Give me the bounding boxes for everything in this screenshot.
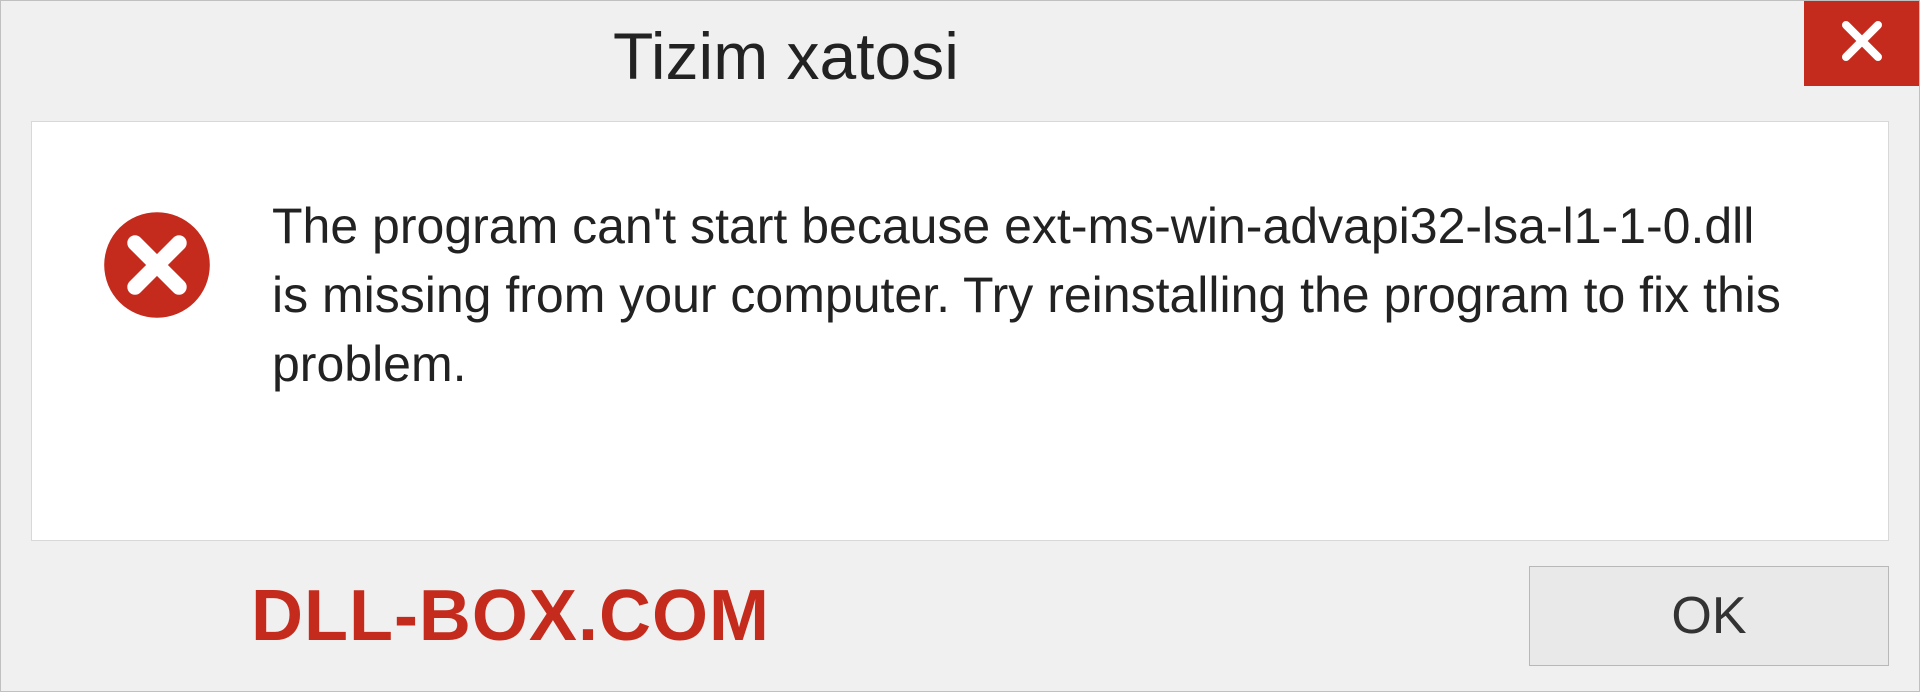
watermark-text: DLL-BOX.COM bbox=[251, 575, 770, 657]
dialog-footer: DLL-BOX.COM OK bbox=[1, 541, 1919, 691]
error-icon bbox=[102, 210, 212, 320]
error-dialog: Tizim xatosi The program can't start bec… bbox=[0, 0, 1920, 692]
error-message: The program can't start because ext-ms-w… bbox=[272, 192, 1802, 399]
content-area: The program can't start because ext-ms-w… bbox=[31, 121, 1889, 541]
dialog-title: Tizim xatosi bbox=[613, 18, 959, 94]
close-button[interactable] bbox=[1804, 1, 1919, 86]
ok-button[interactable]: OK bbox=[1529, 566, 1889, 666]
titlebar: Tizim xatosi bbox=[1, 1, 1919, 111]
close-icon bbox=[1838, 17, 1886, 70]
